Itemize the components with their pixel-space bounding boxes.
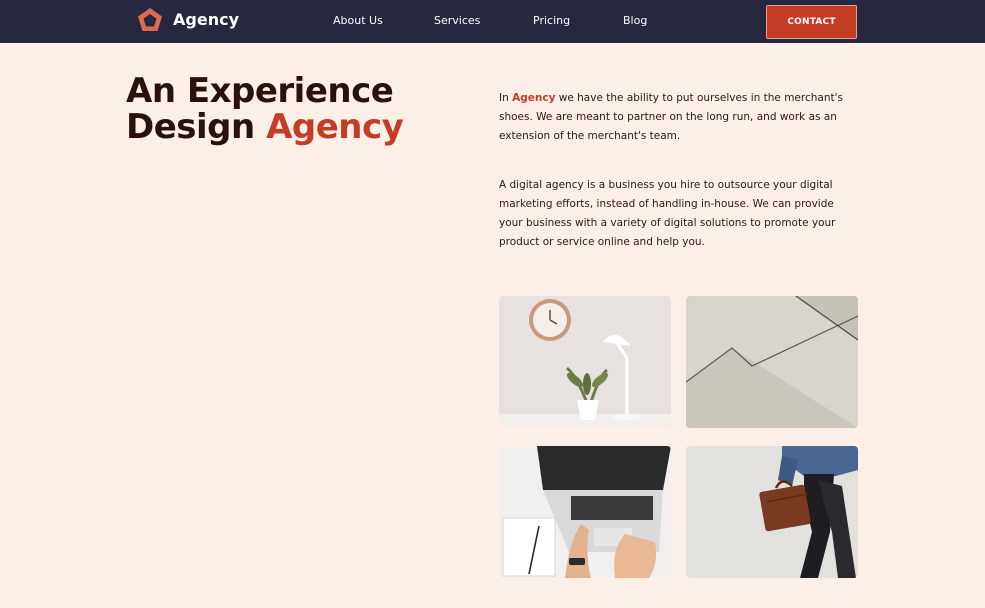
photo-paper-folds (686, 296, 858, 428)
photo-laptop-typing (499, 446, 671, 578)
photo-businessman-briefcase (686, 446, 858, 578)
hero-line-2-text: Design (126, 107, 255, 147)
hero-line-1: An Experience (126, 71, 394, 111)
pentagon-logo-icon[interactable] (136, 6, 164, 34)
intro-paragraph-1: In Agency we have the ability to put our… (499, 89, 859, 146)
hero-accent-word: Agency (266, 107, 404, 147)
nav-link-blog[interactable]: Blog (623, 14, 647, 27)
top-navbar: Agency About Us Services Pricing Blog CO… (0, 0, 985, 43)
intro-paragraph-2: A digital agency is a business you hire … (499, 179, 836, 248)
nav-link-pricing[interactable]: Pricing (533, 14, 570, 27)
logo-text[interactable]: Agency (173, 10, 239, 29)
contact-button[interactable]: CONTACT (766, 5, 857, 39)
hero-headline: An Experience Design Agency (126, 71, 404, 147)
hero-line-2: Design Agency (126, 107, 404, 147)
nav-link-services[interactable]: Services (434, 14, 480, 27)
photo-desk-clock-lamp (499, 296, 671, 428)
intro-prefix: In (499, 92, 509, 104)
intro-brand: Agency (512, 92, 556, 104)
nav-link-about-us[interactable]: About Us (333, 14, 383, 27)
